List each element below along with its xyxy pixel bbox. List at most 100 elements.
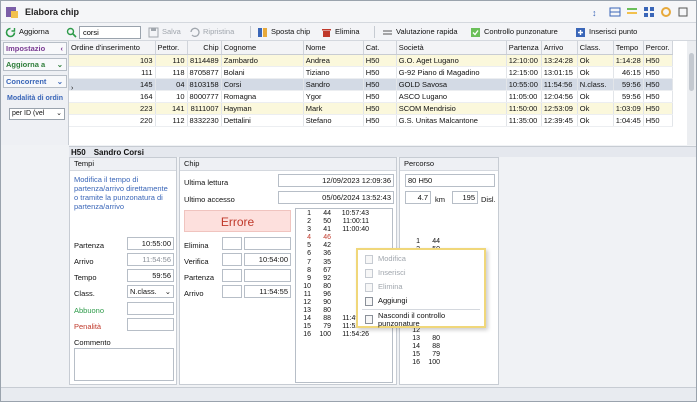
delete-icon <box>365 283 373 292</box>
check-time[interactable]: 10:54:00 <box>244 253 291 266</box>
col-class[interactable]: Class. <box>577 41 614 55</box>
error-banner: Errore <box>184 210 291 232</box>
bonus-input[interactable] <box>127 302 174 315</box>
penalty-input[interactable] <box>127 318 174 331</box>
search-input[interactable] <box>79 26 141 39</box>
time-input[interactable]: 59:56 <box>127 269 174 282</box>
delete-punch-label: Elimina <box>184 241 209 250</box>
course-select[interactable]: 80 H50 <box>405 174 495 187</box>
table-row[interactable]: 111 118 8705877 Bolani Tiziano H50 G-92 Piano … <box>69 66 673 79</box>
menu-item-hide-punch-check[interactable]: Nascondi il controllo punzonature <box>358 312 468 328</box>
col-chip[interactable]: Chip <box>187 41 222 55</box>
settings-section-header[interactable]: Impostazio ‹ <box>3 42 67 55</box>
col-club[interactable]: Società <box>396 41 507 55</box>
climb-label: Disl. <box>481 195 496 204</box>
chevron-down-icon: ⌄ <box>56 110 62 117</box>
delete-punch-code[interactable] <box>222 237 242 250</box>
menu-item-delete[interactable]: Elimina <box>358 280 484 294</box>
list-item[interactable]: 3 41 11:00:40 <box>296 226 392 234</box>
chevron-down-icon: ⌄ <box>56 77 63 86</box>
status-bar <box>1 387 696 401</box>
course-panel-header: Percorso <box>400 158 498 171</box>
competitor-header: H50 Sandro Corsi <box>69 146 696 157</box>
hide-icon <box>365 315 373 324</box>
times-panel-header: Tempi <box>70 158 176 171</box>
settings-icon[interactable] <box>659 5 673 19</box>
chip-start-time[interactable] <box>244 269 291 282</box>
app-icon <box>6 7 18 18</box>
chips-grid[interactable]: Ordine d'inserimento Pettor. Chip Cognom… <box>69 41 696 145</box>
grid-icon[interactable] <box>642 5 656 19</box>
add-icon <box>365 297 373 306</box>
competitors-select[interactable]: Concorrent ⌄ <box>3 75 67 88</box>
table-row[interactable]: 223 141 8111007 Hayman Mark H50 SCOM Mendrisio… <box>69 102 673 115</box>
table-row[interactable]: 103 110 8114489 Zambardo Andrea H50 G.O. Aget … <box>69 54 673 67</box>
last-access-label: Ultimo accesso <box>184 195 235 204</box>
check-code[interactable] <box>222 253 242 266</box>
chip-finish-time[interactable]: 11:54:55 <box>244 285 291 298</box>
comment-textarea[interactable] <box>74 348 174 381</box>
last-access-value: 05/06/2024 13:52:43 <box>278 191 394 204</box>
chip-panel-header: Chip <box>180 158 396 171</box>
col-time[interactable]: Tempo <box>613 41 644 55</box>
delete-button[interactable]: Elimina <box>321 25 360 39</box>
left-panel: Impostazio ‹ Aggiorna a ⌄ Concorrent ⌄ Moda… <box>1 41 69 145</box>
sort-mode-select[interactable]: per ID (vel ⌄ <box>9 108 65 120</box>
list-item[interactable]: 16 100 11:54:26 <box>296 331 392 339</box>
delete-punch-time[interactable] <box>244 237 291 250</box>
course-climb: 195 <box>452 191 478 204</box>
table-row-selected[interactable]: 145 04 8103158 Corsi Sandro H50 GOLD Savosa 10:… <box>69 78 673 91</box>
quick-evaluation-button[interactable]: Valutazione rapida <box>382 25 458 39</box>
class-select[interactable]: N.class. ⌄ <box>127 285 174 298</box>
menu-item-insert[interactable]: Inserisci <box>358 266 484 280</box>
refresh-button[interactable]: Aggiorna <box>5 25 49 39</box>
list-item: 1 44 <box>416 238 440 245</box>
sort-mode-label: Modalità di ordin <box>7 95 63 102</box>
check-label: Verifica <box>184 257 209 266</box>
punch-check-icon <box>471 27 480 37</box>
col-finish[interactable]: Arrivo <box>541 41 578 55</box>
chip-start-label: Partenza <box>184 273 215 282</box>
col-order[interactable]: Ordine d'inserimento <box>69 41 156 55</box>
finish-label: Arrivo <box>74 257 94 266</box>
list-item[interactable]: 2 50 11:00:11 <box>296 218 392 226</box>
col-category[interactable]: Cat. <box>363 41 397 55</box>
save-button[interactable]: Salva <box>148 25 181 39</box>
insert-point-button[interactable]: Inserisci punto <box>575 25 637 39</box>
title-tools: ↕ <box>591 5 690 19</box>
menu-separator <box>362 309 480 310</box>
table-icon[interactable] <box>608 5 622 19</box>
auto-refresh-select[interactable]: Aggiorna a ⌄ <box>3 58 67 71</box>
search-icon <box>66 27 77 38</box>
col-surname[interactable]: Cognome <box>221 41 304 55</box>
table-row[interactable]: 164 10 8000777 Romagna Ygor H50 ASCO Lugano 11:… <box>69 90 673 103</box>
chip-finish-code[interactable] <box>222 285 242 298</box>
restore-button[interactable]: Ripristina <box>189 25 234 39</box>
col-bib[interactable]: Pettor. <box>155 41 188 55</box>
col-name[interactable]: Nome <box>303 41 364 55</box>
menu-item-modify[interactable]: Modifica <box>358 252 484 266</box>
finish-time-input[interactable]: 11:54:56 <box>127 253 174 266</box>
list-item-missing[interactable]: 4 46 <box>296 234 392 242</box>
grid-scrollbar[interactable] <box>687 41 696 145</box>
move-chip-button[interactable]: Sposta chip <box>257 25 310 39</box>
col-start[interactable]: Partenza <box>506 41 542 55</box>
table-row[interactable]: 220 112 8332230 Dettalini Stefano H50 G.S. Uni… <box>69 114 673 127</box>
restore-icon[interactable] <box>676 5 690 19</box>
col-course[interactable]: Percor. <box>643 41 673 55</box>
chip-start-code[interactable] <box>222 269 242 282</box>
window-title: Elabora chip <box>25 7 80 17</box>
list-item[interactable]: 1 44 10:57:43 <box>296 210 392 218</box>
punch-check-button[interactable]: Controllo punzonature <box>470 25 558 39</box>
list-item: 15 79 <box>412 351 440 359</box>
sort-icon[interactable]: ↕ <box>591 5 605 19</box>
scrollbar-thumb[interactable] <box>689 53 694 91</box>
refresh-icon <box>5 27 16 37</box>
title-bar: Elabora chip ↕ <box>1 1 696 23</box>
list-icon[interactable] <box>625 5 639 19</box>
chips-table: Ordine d'inserimento Pettor. Chip Cognom… <box>69 41 673 127</box>
row-marker-icon: › <box>71 85 74 92</box>
start-time-input[interactable]: 10:55:00 <box>127 237 174 250</box>
menu-item-add[interactable]: Aggiungi <box>358 294 484 308</box>
last-read-value: 12/09/2023 12:09:36 <box>278 174 394 187</box>
